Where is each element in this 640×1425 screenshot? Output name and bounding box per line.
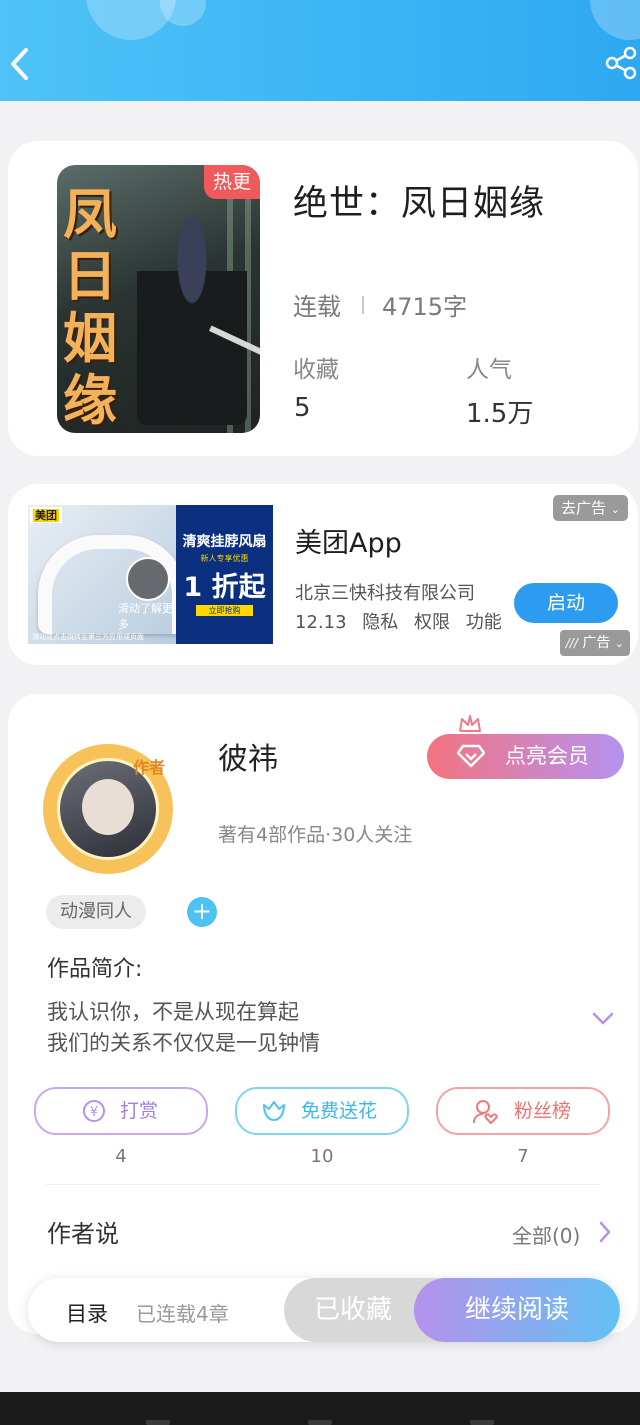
author-card: 作者 彼祎 著有4部作品·30人关注 点亮会员 动漫同人 + 作品简介: 我认识… <box>8 694 638 1334</box>
ad-version: 12.13 <box>295 612 347 633</box>
favorites-label: 收藏 <box>293 357 339 383</box>
ad-tag-label: 广告 <box>582 635 611 651</box>
popularity-label: 人气 <box>466 357 512 383</box>
author-says-all-link[interactable]: 全部(0) <box>512 1220 580 1249</box>
chapter-count: 已连载4章 <box>136 1302 229 1326</box>
ad-company: 北京三快科技有限公司 <box>295 583 475 604</box>
yen-coin-icon: ¥ <box>83 1100 105 1122</box>
remove-ad-button[interactable]: 去广告 ⌄ <box>552 495 628 521</box>
ad-features-link[interactable]: 功能 <box>466 612 502 633</box>
chevron-down-icon: ⌄ <box>610 503 620 516</box>
vip-button-label: 点亮会员 <box>505 744 589 768</box>
crown-icon <box>459 715 481 732</box>
ad-caption: 滑动或点击跳转至第三方应用或页面 <box>32 633 144 641</box>
flower-icon <box>263 1101 285 1121</box>
ad-card: 美团 滑动了解更多 清爽挂脖风扇 新人专享优惠 1 折起 立即抢购 滑动或点击跳… <box>8 484 638 665</box>
back-arrow-icon[interactable] <box>6 44 36 84</box>
author-avatar[interactable]: 作者 <box>43 744 173 874</box>
author-name[interactable]: 彼祎 <box>218 734 278 778</box>
synopsis-line: 我认识你，不是从现在算起 <box>47 1000 299 1024</box>
ad-image-product: 美团 滑动了解更多 <box>28 505 186 644</box>
fan-count: 7 <box>517 1146 529 1167</box>
reward-label: 打赏 <box>120 1100 159 1122</box>
continue-reading-button[interactable]: 继续阅读 <box>414 1278 620 1342</box>
meituan-logo: 美团 <box>30 507 62 523</box>
ad-app-name: 美团App <box>295 528 402 559</box>
hand-swipe-icon <box>126 557 170 601</box>
nav-back-button[interactable] <box>470 1420 494 1425</box>
favorites-value: 5 <box>294 393 311 423</box>
ad-discount: 1 折起 <box>183 572 266 603</box>
author-stats: 著有4部作品·30人关注 <box>218 824 413 846</box>
author-says-title: 作者说 <box>47 1220 119 1248</box>
ad-headline: 清爽挂脖风扇 <box>182 534 267 550</box>
author-avatar-tag: 作者 <box>132 758 165 777</box>
ad-platform-icon: /// <box>565 636 578 650</box>
add-tag-button[interactable]: + <box>187 897 217 927</box>
chevron-right-icon[interactable] <box>599 1221 611 1243</box>
synopsis-line: 我们的关系不仅仅是一见钟情 <box>47 1031 320 1055</box>
decor-bubble <box>590 0 640 40</box>
fan-ranking-label: 粉丝榜 <box>514 1100 572 1122</box>
diamond-icon <box>457 744 485 768</box>
ad-privacy-link[interactable]: 隐私 <box>362 612 398 633</box>
send-flower-label: 免费送花 <box>301 1100 378 1122</box>
ad-permission-link[interactable]: 权限 <box>414 612 450 633</box>
popularity-value: 1.5万 <box>466 399 534 429</box>
meituan-logo-text: 美团 <box>33 509 59 522</box>
ad-launch-button[interactable]: 启动 <box>514 583 618 623</box>
ad-image[interactable]: 美团 滑动了解更多 清爽挂脖风扇 新人专享优惠 1 折起 立即抢购 滑动或点击跳… <box>28 505 273 644</box>
chevron-down-icon: ⌄ <box>614 637 624 650</box>
book-cover[interactable]: 凤日姻缘 热更 <box>57 165 260 433</box>
ad-info-links: 12.13 隐私 权限 功能 <box>295 608 512 634</box>
book-title: 绝世：凤日姻缘 <box>293 184 546 224</box>
synopsis-label: 作品简介: <box>47 957 143 982</box>
ad-subline: 新人专享优惠 <box>200 554 249 563</box>
chevron-down-icon[interactable] <box>592 1012 614 1026</box>
word-count: 4715字 <box>382 293 468 321</box>
top-header <box>0 0 640 101</box>
ad-swipe-hint: 滑动了解更多 <box>118 602 173 631</box>
user-heart-icon <box>473 1100 498 1124</box>
table-of-contents-button[interactable]: 目录 <box>66 1298 108 1328</box>
synopsis-text: 我认识你，不是从现在算起 我们的关系不仅仅是一见钟情 <box>47 997 320 1059</box>
ad-cta: 立即抢购 <box>196 605 253 616</box>
share-icon[interactable] <box>604 46 638 80</box>
flower-count: 10 <box>310 1146 334 1167</box>
nav-home-button[interactable] <box>308 1420 332 1425</box>
genre-tag[interactable]: 动漫同人 <box>46 895 146 929</box>
nav-recent-button[interactable] <box>146 1420 170 1425</box>
book-info-card: 凤日姻缘 热更 绝世：凤日姻缘 连载 4715字 收藏 5 人气 1.5万 <box>8 141 638 456</box>
hot-update-badge: 热更 <box>204 165 260 199</box>
serial-status: 连载 <box>293 293 341 321</box>
remove-ad-label: 去广告 <box>560 499 606 517</box>
system-navigation-bar <box>0 1392 640 1425</box>
cover-character <box>137 205 247 425</box>
bottom-action-bar: 目录 已连载4章 已收藏 继续阅读 <box>28 1278 620 1342</box>
send-flower-button[interactable]: 免费送花 <box>235 1087 409 1135</box>
fan-ranking-button[interactable]: 粉丝榜 <box>436 1087 610 1135</box>
light-up-vip-button[interactable]: 点亮会员 <box>427 734 624 779</box>
meta-divider <box>362 296 364 314</box>
cover-title-art: 凤日姻缘 <box>63 182 117 432</box>
ad-image-promo: 清爽挂脖风扇 新人专享优惠 1 折起 立即抢购 <box>176 505 273 644</box>
ad-tag[interactable]: /// 广告 ⌄ <box>559 630 630 656</box>
svg-text:¥: ¥ <box>90 1105 98 1120</box>
reward-count: 4 <box>115 1146 127 1167</box>
reward-button[interactable]: ¥ 打赏 <box>34 1087 208 1135</box>
section-divider <box>46 1184 600 1185</box>
